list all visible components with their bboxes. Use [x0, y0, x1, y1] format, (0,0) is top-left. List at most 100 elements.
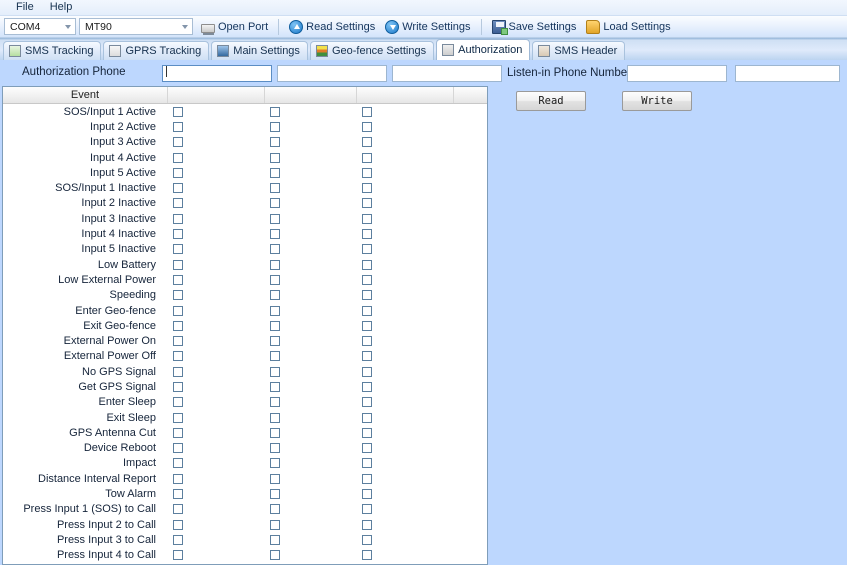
checkbox-cell[interactable] [357, 303, 454, 318]
event-checkbox-phone-1[interactable] [173, 106, 183, 117]
event-checkbox-phone-3[interactable] [362, 489, 372, 500]
event-checkbox-phone-3[interactable] [362, 121, 372, 132]
checkbox-cell[interactable] [265, 135, 357, 150]
listen-in-phone-input-1[interactable] [627, 65, 727, 82]
event-checkbox-phone-3[interactable] [362, 443, 372, 454]
checkbox-cell[interactable] [357, 180, 454, 195]
read-button[interactable]: Read [516, 91, 586, 111]
checkbox-cell[interactable] [265, 104, 357, 119]
event-checkbox-phone-1[interactable] [173, 458, 183, 469]
checkbox-cell[interactable] [357, 364, 454, 379]
event-checkbox-phone-2[interactable] [270, 320, 280, 331]
event-checkbox-phone-1[interactable] [173, 274, 183, 285]
checkbox-cell[interactable] [357, 150, 454, 165]
checkbox-cell[interactable] [168, 196, 265, 211]
checkbox-cell[interactable] [357, 135, 454, 150]
event-checkbox-phone-2[interactable] [270, 550, 280, 561]
event-checkbox-phone-2[interactable] [270, 244, 280, 255]
event-checkbox-phone-2[interactable] [270, 106, 280, 117]
com-port-select[interactable]: COM4 [4, 18, 76, 35]
column-header-phone-1[interactable] [168, 87, 265, 103]
event-checkbox-phone-3[interactable] [362, 366, 372, 377]
event-checkbox-phone-1[interactable] [173, 519, 183, 530]
event-checkbox-phone-3[interactable] [362, 167, 372, 178]
checkbox-cell[interactable] [357, 486, 454, 501]
checkbox-cell[interactable] [265, 471, 357, 486]
checkbox-cell[interactable] [168, 471, 265, 486]
event-checkbox-phone-3[interactable] [362, 458, 372, 469]
tab-geofence-settings[interactable]: Geo-fence Settings [309, 41, 435, 60]
checkbox-cell[interactable] [168, 242, 265, 257]
event-checkbox-phone-2[interactable] [270, 351, 280, 362]
checkbox-cell[interactable] [168, 226, 265, 241]
checkbox-cell[interactable] [265, 425, 357, 440]
checkbox-cell[interactable] [357, 471, 454, 486]
event-checkbox-phone-1[interactable] [173, 366, 183, 377]
event-checkbox-phone-1[interactable] [173, 397, 183, 408]
checkbox-cell[interactable] [168, 333, 265, 348]
checkbox-cell[interactable] [357, 119, 454, 134]
checkbox-cell[interactable] [265, 303, 357, 318]
event-checkbox-phone-3[interactable] [362, 106, 372, 117]
authorization-phone-input-1[interactable] [162, 65, 272, 82]
event-checkbox-phone-1[interactable] [173, 443, 183, 454]
event-checkbox-phone-2[interactable] [270, 259, 280, 270]
checkbox-cell[interactable] [265, 349, 357, 364]
load-settings-button[interactable]: Load Settings [581, 17, 675, 37]
event-checkbox-phone-3[interactable] [362, 152, 372, 163]
checkbox-cell[interactable] [168, 425, 265, 440]
checkbox-cell[interactable] [265, 333, 357, 348]
event-checkbox-phone-1[interactable] [173, 534, 183, 545]
event-checkbox-phone-3[interactable] [362, 259, 372, 270]
event-checkbox-phone-2[interactable] [270, 198, 280, 209]
event-checkbox-phone-3[interactable] [362, 550, 372, 561]
checkbox-cell[interactable] [357, 395, 454, 410]
event-checkbox-phone-3[interactable] [362, 534, 372, 545]
event-checkbox-phone-2[interactable] [270, 305, 280, 316]
event-checkbox-phone-3[interactable] [362, 137, 372, 148]
event-checkbox-phone-1[interactable] [173, 320, 183, 331]
checkbox-cell[interactable] [357, 211, 454, 226]
checkbox-cell[interactable] [265, 395, 357, 410]
read-settings-button[interactable]: Read Settings [284, 17, 380, 37]
event-checkbox-phone-1[interactable] [173, 152, 183, 163]
event-checkbox-phone-3[interactable] [362, 244, 372, 255]
event-checkbox-phone-3[interactable] [362, 183, 372, 194]
event-checkbox-phone-2[interactable] [270, 274, 280, 285]
checkbox-cell[interactable] [357, 349, 454, 364]
event-checkbox-phone-2[interactable] [270, 290, 280, 301]
event-checkbox-phone-2[interactable] [270, 366, 280, 377]
event-checkbox-phone-1[interactable] [173, 489, 183, 500]
event-checkbox-phone-2[interactable] [270, 336, 280, 347]
checkbox-cell[interactable] [168, 517, 265, 532]
checkbox-cell[interactable] [357, 196, 454, 211]
column-header-phone-3[interactable] [357, 87, 454, 103]
authorization-phone-input-3[interactable] [392, 65, 502, 82]
checkbox-cell[interactable] [168, 257, 265, 272]
checkbox-cell[interactable] [357, 548, 454, 563]
checkbox-cell[interactable] [168, 486, 265, 501]
column-header-phone-2[interactable] [265, 87, 357, 103]
tab-main-settings[interactable]: Main Settings [211, 41, 308, 60]
event-checkbox-phone-1[interactable] [173, 381, 183, 392]
checkbox-cell[interactable] [265, 410, 357, 425]
checkbox-cell[interactable] [168, 272, 265, 287]
checkbox-cell[interactable] [357, 532, 454, 547]
event-checkbox-phone-3[interactable] [362, 336, 372, 347]
event-checkbox-phone-1[interactable] [173, 336, 183, 347]
tab-gprs-tracking[interactable]: GPRS Tracking [103, 41, 210, 60]
listen-in-phone-input-2[interactable] [735, 65, 840, 82]
event-checkbox-phone-1[interactable] [173, 427, 183, 438]
checkbox-cell[interactable] [168, 456, 265, 471]
checkbox-cell[interactable] [265, 150, 357, 165]
event-checkbox-phone-2[interactable] [270, 473, 280, 484]
event-checkbox-phone-1[interactable] [173, 550, 183, 561]
checkbox-cell[interactable] [265, 196, 357, 211]
event-checkbox-phone-1[interactable] [173, 473, 183, 484]
checkbox-cell[interactable] [357, 425, 454, 440]
menu-item-file[interactable]: File [8, 0, 42, 15]
event-checkbox-phone-2[interactable] [270, 152, 280, 163]
checkbox-cell[interactable] [265, 318, 357, 333]
checkbox-cell[interactable] [265, 242, 357, 257]
save-settings-button[interactable]: Save Settings [487, 17, 582, 37]
